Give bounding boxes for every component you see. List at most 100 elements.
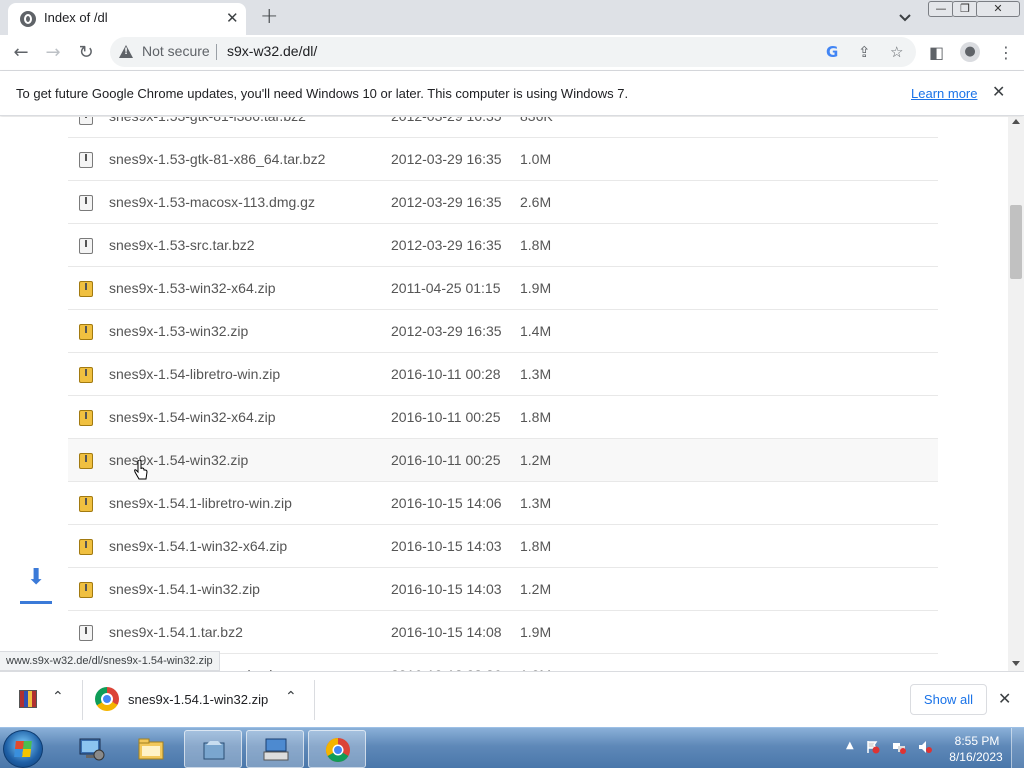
zip-archive-icon [79, 281, 93, 297]
profile-avatar-icon[interactable]: ● [960, 42, 980, 62]
file-name-link[interactable]: snes9x-1.54.1-win32.zip [109, 581, 260, 597]
file-size: 1.2M [520, 581, 552, 597]
download-item-2-menu-chevron[interactable]: ⌃ [285, 689, 297, 705]
security-label[interactable]: Not secure [142, 43, 210, 59]
side-panel-icon[interactable]: ◧ [929, 43, 944, 62]
file-size: 1.3M [520, 495, 552, 511]
show-all-button[interactable]: Show all [910, 684, 987, 715]
share-icon[interactable]: ⇪ [858, 43, 871, 61]
file-name-link[interactable]: snes9x-1.54-win32.zip [109, 452, 248, 468]
taskbar-app-keyboard[interactable] [246, 730, 304, 768]
file-row[interactable]: snes9x-1.53-win32-x64.zip 2011-04-25 01:1… [68, 267, 938, 310]
file-name-link[interactable]: snes9x-1.53-gtk-81-i386.tar.bz2 [109, 117, 306, 124]
file-date: 2011-04-25 01:15 [391, 280, 501, 296]
action-center-flag-icon[interactable] [866, 740, 880, 754]
taskbar-app-installer[interactable] [184, 730, 242, 768]
file-row[interactable]: snes9x-1.54.1-win32-x64.zip 2016-10-15 14… [68, 525, 938, 568]
file-row[interactable]: snes9x-1.53-macosx-113.dmg.gz 2012-03-29 … [68, 181, 938, 224]
file-size: 1.8M [520, 538, 552, 554]
file-name-link[interactable]: snes9x-1.53-macosx-113.dmg.gz [109, 194, 315, 210]
file-name-link[interactable]: snes9x-1.53-win32.zip [109, 323, 248, 339]
file-date: 2016-10-11 00:25 [391, 409, 501, 425]
file-size: 1.9M [520, 280, 552, 296]
back-button[interactable]: ← [8, 40, 34, 66]
address-bar[interactable]: Not secure s9x-w32.de/dl/ G ⇪ ☆ [110, 37, 916, 67]
forward-button[interactable]: → [40, 40, 66, 66]
warning-icon[interactable] [119, 45, 133, 58]
file-date: 2012-03-29 16:35 [391, 323, 502, 339]
update-infobar: To get future Google Chrome updates, you… [0, 71, 1024, 116]
download-shelf: ⌃ snes9x-1.54.1-win32.zip ⌃ Show all ✕ [0, 671, 1024, 727]
file-date: 2012-03-29 16:35 [391, 117, 502, 124]
vertical-scrollbar[interactable] [1008, 117, 1024, 671]
clock-time[interactable]: 8:55 PM [952, 734, 1002, 748]
show-desktop-button[interactable] [1011, 728, 1024, 769]
tab-title: Index of /dl [44, 10, 108, 25]
new-tab-button[interactable]: + [260, 4, 278, 29]
file-name-link[interactable]: snes9x-1.54-win32-x64.zip [109, 409, 276, 425]
file-name-link[interactable]: snes9x-1.53-src.tar.bz2 [109, 237, 255, 253]
file-size: 1.8M [520, 409, 552, 425]
file-date: 2016-10-11 00:28 [391, 366, 501, 382]
file-name-link[interactable]: snes9x-1.54.1-win32-x64.zip [109, 538, 287, 554]
file-row[interactable]: snes9x-1.54-libretro-win.zip 2016-10-11 0… [68, 353, 938, 396]
windows-logo-icon [14, 741, 32, 757]
file-row[interactable]: snes9x-1.53-gtk-81-i386.tar.bz2 2012-03-2… [68, 117, 938, 138]
file-row[interactable]: snes9x-1.54.1-libretro-win.zip 2016-10-15… [68, 482, 938, 525]
zip-archive-icon [79, 582, 93, 598]
file-date: 2016-10-15 14:06 [391, 495, 502, 511]
show-hidden-icons-icon[interactable]: ▲ [846, 740, 854, 751]
chrome-download-icon[interactable] [95, 687, 119, 711]
file-row[interactable]: snes9x-1.54.1.tar.bz2 2016-10-15 14:08 1.9… [68, 611, 938, 654]
file-name-link[interactable]: snes9x-1.54.1-libretro-win.zip [109, 495, 292, 511]
file-date: 2016-10-15 14:03 [391, 538, 502, 554]
infobar-close-button[interactable]: ✕ [992, 82, 1005, 101]
menu-kebab-icon[interactable]: ⋮ [998, 43, 1014, 62]
start-button[interactable] [3, 730, 43, 768]
file-name-link[interactable]: snes9x-1.53-gtk-81-x86_64.tar.bz2 [109, 151, 325, 167]
clock-date[interactable]: 8/16/2023 [944, 750, 1008, 764]
reload-button[interactable]: ↻ [73, 40, 99, 66]
windows-taskbar: ▲ 8:55 PM 8/16/2023 [0, 727, 1024, 769]
taskbar-app-explorer[interactable] [122, 730, 180, 768]
winrar-archive-icon[interactable] [19, 690, 37, 708]
learn-more-link[interactable]: Learn more [911, 86, 977, 101]
download-item-menu-chevron[interactable]: ⌃ [52, 689, 64, 705]
google-lens-icon[interactable]: G [826, 43, 838, 61]
download-indicator[interactable]: ⬇ [20, 565, 52, 605]
file-row[interactable]: snes9x-1.53-gtk-81-x86_64.tar.bz2 2012-03… [68, 138, 938, 181]
bookmark-star-icon[interactable]: ☆ [890, 43, 903, 61]
file-icon [79, 152, 93, 168]
scrollbar-thumb[interactable] [1010, 205, 1022, 279]
file-row[interactable]: snes9x-1.54-win32-x64.zip 2016-10-11 00:2… [68, 396, 938, 439]
tab-index-of-dl[interactable]: Index of /dl ✕ [8, 3, 246, 35]
file-row[interactable]: snes9x-1.53-win32.zip 2012-03-29 16:35 1.4… [68, 310, 938, 353]
close-window-button[interactable]: ✕ [976, 1, 1020, 17]
file-name-link[interactable]: snes9x-1.54-libretro-win.zip [109, 366, 280, 382]
download-underline [20, 601, 52, 604]
tab-close-button[interactable]: ✕ [226, 9, 239, 27]
tab-search-chevron-icon[interactable] [897, 9, 913, 25]
taskbar-app-chrome[interactable] [308, 730, 366, 768]
computer-icon [79, 738, 105, 761]
file-name-link[interactable]: snes9x-1.53-win32-x64.zip [109, 280, 276, 296]
file-size: 836K [520, 117, 553, 124]
file-row[interactable]: snes9x-1.53-src.tar.bz2 2012-03-29 16:35 1… [68, 224, 938, 267]
download-item-name[interactable]: snes9x-1.54.1-win32.zip [128, 692, 268, 707]
zip-archive-icon [79, 367, 93, 383]
url-text[interactable]: s9x-w32.de/dl/ [227, 43, 317, 59]
volume-muted-icon[interactable] [918, 740, 932, 754]
scroll-down-icon[interactable] [1012, 661, 1020, 666]
restore-button[interactable]: ❐ [952, 1, 978, 17]
file-row[interactable]: snes9x-1.54-win32.zip 2016-10-11 00:25 1.2… [68, 439, 938, 482]
taskbar-app-computer[interactable] [62, 730, 120, 768]
file-name-link[interactable]: snes9x-1.54.1.tar.bz2 [109, 624, 243, 640]
shelf-close-button[interactable]: ✕ [998, 689, 1011, 708]
network-icon[interactable] [892, 740, 906, 754]
shelf-divider [82, 680, 83, 720]
omnibox-divider [216, 44, 217, 60]
file-row[interactable]: snes9x-1.54.1-win32.zip 2016-10-15 14:03 1… [68, 568, 938, 611]
minimize-button[interactable]: — [928, 1, 954, 17]
zip-archive-icon [79, 496, 93, 512]
scroll-up-icon[interactable] [1012, 119, 1020, 124]
